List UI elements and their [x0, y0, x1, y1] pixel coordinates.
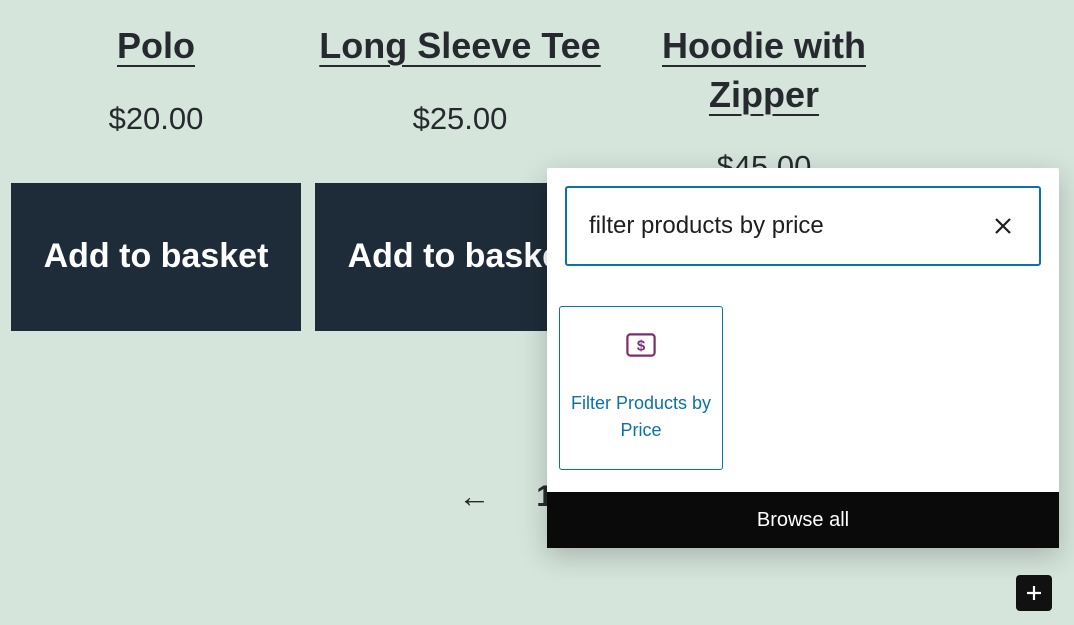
add-block-button[interactable] — [1016, 575, 1052, 611]
inserter-search-wrap — [547, 168, 1059, 292]
inserter-results: $ Filter Products by Price — [547, 292, 1059, 492]
add-to-basket-button[interactable]: Add to basket — [11, 183, 301, 331]
svg-text:$: $ — [637, 338, 646, 355]
block-search-input[interactable] — [589, 212, 987, 240]
product-price: $20.00 — [11, 101, 301, 137]
product-title-link[interactable]: Polo — [11, 22, 301, 71]
block-inserter-popover: $ Filter Products by Price Browse all — [547, 168, 1059, 548]
block-result-filter-products-by-price[interactable]: $ Filter Products by Price — [559, 306, 723, 470]
prev-page-arrow[interactable]: ← — [458, 478, 490, 515]
close-icon — [994, 217, 1012, 235]
product-title-link[interactable]: Hoodie with Zipper — [619, 22, 909, 119]
block-search-field[interactable] — [565, 186, 1041, 266]
browse-all-button[interactable]: Browse all — [547, 492, 1059, 548]
product-title-link[interactable]: Long Sleeve Tee — [315, 22, 605, 71]
clear-search-button[interactable] — [987, 210, 1019, 242]
product-price: $25.00 — [315, 101, 605, 137]
plus-icon — [1024, 583, 1044, 603]
block-result-label: Filter Products by Price — [568, 390, 714, 442]
product-card: Polo $20.00 Add to basket — [11, 0, 301, 331]
dollar-box-icon: $ — [626, 333, 656, 362]
